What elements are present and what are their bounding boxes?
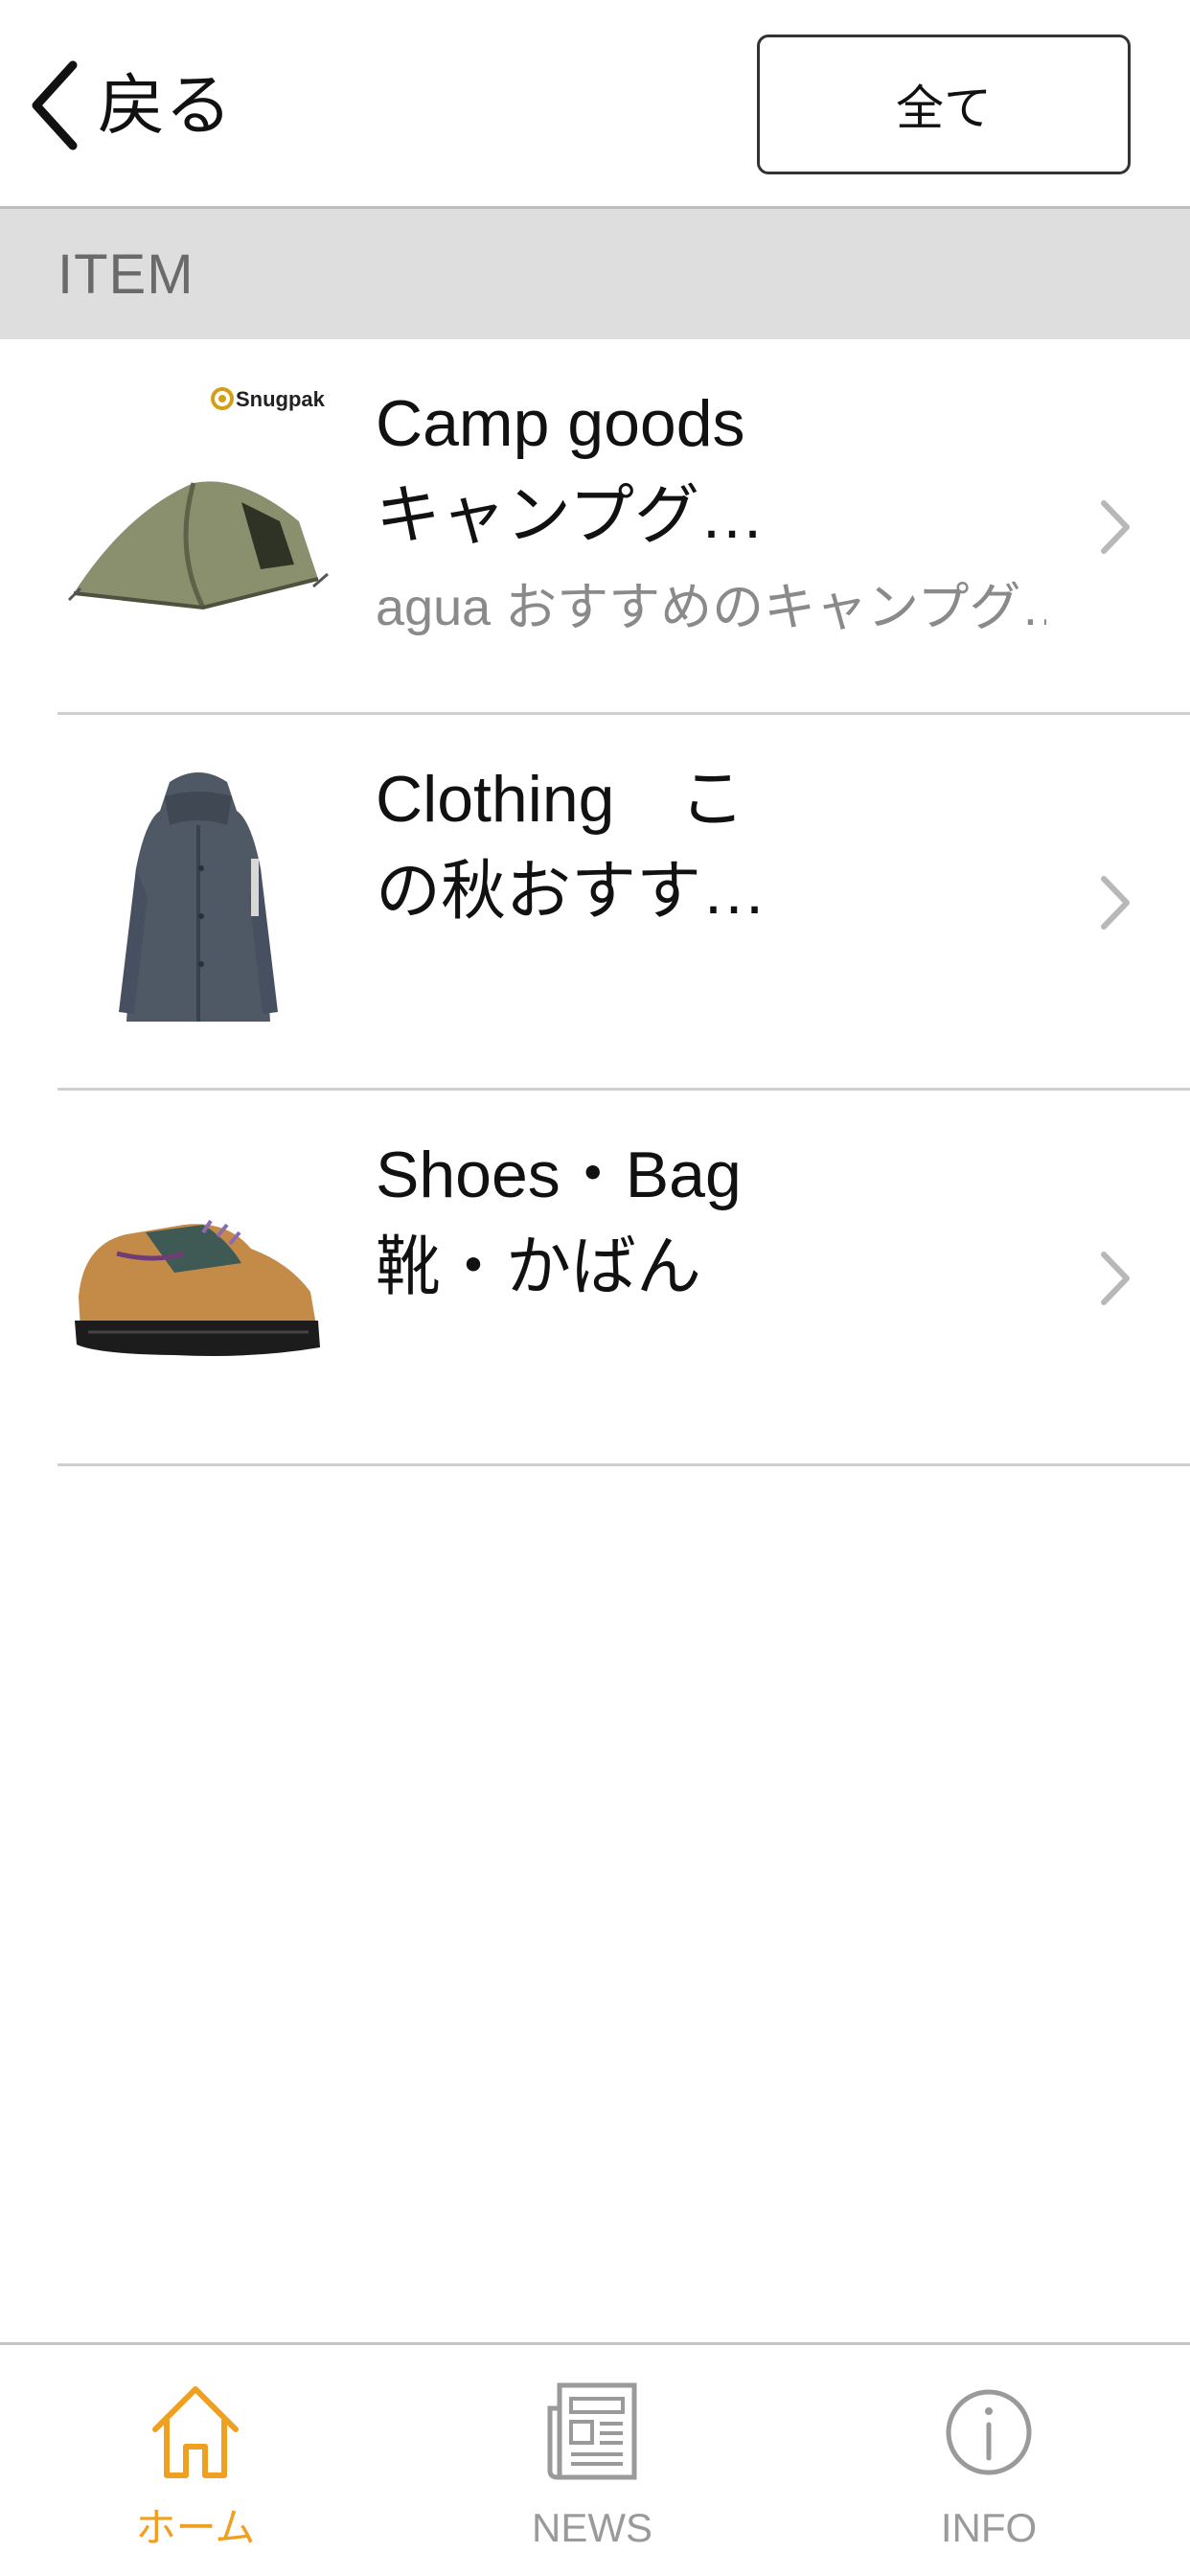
all-button[interactable]: 全て	[757, 34, 1131, 174]
item-title: Clothing こ	[376, 763, 745, 836]
list-item-clothing[interactable]: Clothing こ の秋おすす…	[0, 715, 1190, 1091]
list-item-camp-goods[interactable]: Snugpak Camp goods キャンプグ… agua おすすめのキャンプ…	[0, 339, 1190, 715]
info-icon	[946, 2389, 1032, 2475]
item-subtitle: の秋おすす…	[376, 855, 767, 928]
tab-news-label: NEWS	[532, 2505, 652, 2550]
item-title: Shoes・Bag	[376, 1138, 742, 1211]
item-texts: Clothing こ の秋おすす…	[376, 753, 1046, 937]
back-label: 戻る	[98, 66, 232, 145]
header: 戻る 全て	[0, 0, 1190, 209]
tent-image: Snugpak	[59, 378, 337, 665]
item-thumbnail: Snugpak	[59, 378, 337, 665]
shoe-image	[59, 1129, 337, 1416]
tab-info-label: INFO	[940, 2505, 1038, 2550]
item-description: agua おすすめのキャンプグ…	[376, 579, 1046, 636]
chevron-left-icon	[32, 60, 78, 150]
tab-bar: ホーム NEWS INFO	[0, 2342, 1190, 2576]
tab-home-label: ホーム	[135, 2505, 256, 2550]
item-texts: Camp goods キャンプグ… agua おすすめのキャンプグ…	[376, 378, 1046, 654]
home-icon	[152, 2386, 239, 2478]
list-item-shoes-bag[interactable]: Shoes・Bag 靴・かばん	[0, 1091, 1190, 1466]
brand-logo-text: Snugpak	[236, 387, 326, 411]
tab-home[interactable]: ホーム	[80, 2380, 310, 2571]
coat-image	[59, 753, 337, 1041]
item-thumbnail	[59, 753, 337, 1041]
item-texts: Shoes・Bag 靴・かばん	[376, 1129, 1046, 1313]
newspaper-icon	[547, 2382, 637, 2480]
tab-info[interactable]: INFO	[874, 2380, 1104, 2571]
item-subtitle: 靴・かばん	[376, 1230, 702, 1303]
item-thumbnail	[59, 1129, 337, 1416]
chevron-right-icon	[1101, 876, 1130, 930]
section-title: ITEM	[57, 242, 195, 306]
tab-news[interactable]: NEWS	[477, 2380, 707, 2571]
row-divider	[57, 1463, 1190, 1466]
app-screen: 戻る 全て ITEM Snugpak Camp goods キャンプグ… agu…	[0, 0, 1190, 2576]
item-subtitle: キャンプグ…	[376, 479, 765, 552]
chevron-right-icon	[1101, 500, 1130, 554]
item-title: Camp goods	[376, 387, 745, 460]
section-header: ITEM	[0, 209, 1190, 339]
chevron-right-icon	[1101, 1252, 1130, 1305]
back-button[interactable]: 戻る	[25, 48, 264, 163]
item-list: Snugpak Camp goods キャンプグ… agua おすすめのキャンプ…	[0, 339, 1190, 1466]
